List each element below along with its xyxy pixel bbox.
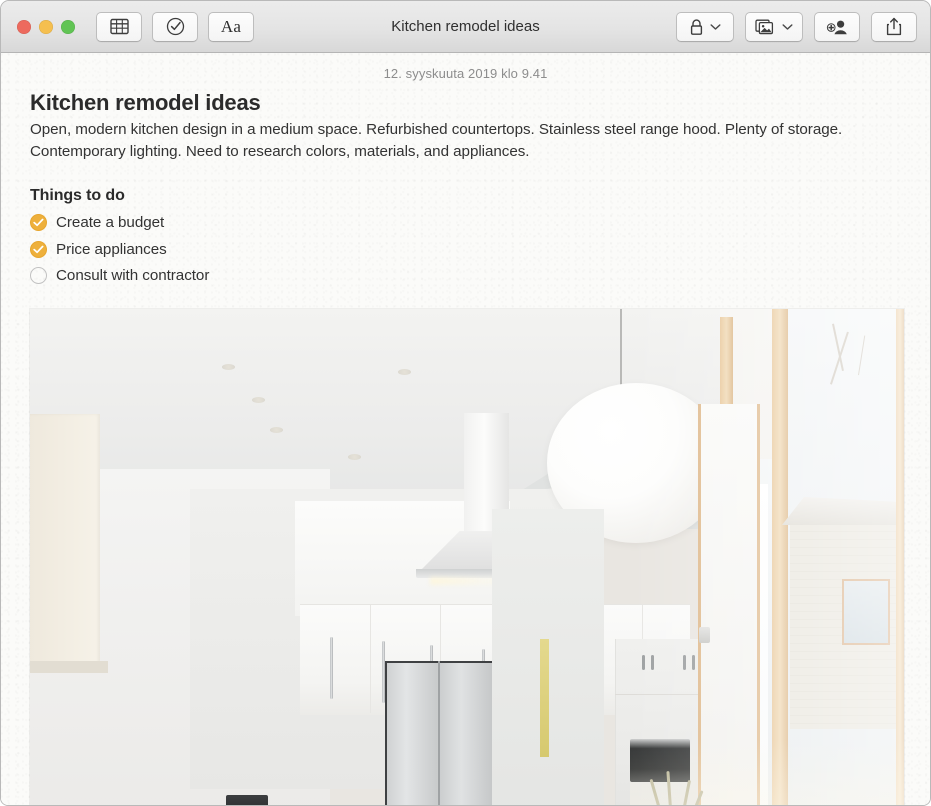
note-attachment-wrapper <box>1 309 930 805</box>
close-button[interactable] <box>17 19 31 34</box>
photo-yellow-door-edge <box>540 639 549 758</box>
add-people-button[interactable] <box>814 11 860 42</box>
note-body-paragraph: Open, modern kitchen design in a medium … <box>30 121 843 160</box>
list-item[interactable]: Consult with contractor <box>30 263 902 290</box>
format-button[interactable]: Aa <box>208 11 254 42</box>
chevron-down-icon <box>710 23 721 31</box>
media-button[interactable] <box>745 11 803 42</box>
photo-refrigerator-divider <box>438 661 440 805</box>
todo-checklist: Create a budget Price appliances Consult… <box>30 210 902 290</box>
checklist-button[interactable] <box>152 11 198 42</box>
minimize-button[interactable] <box>39 19 53 34</box>
photos-icon <box>755 18 776 36</box>
checkbox-checked[interactable] <box>30 214 47 232</box>
photo-stone-column <box>30 414 100 665</box>
photo-recessed-light <box>270 427 283 434</box>
toolbar-right-group <box>676 11 917 42</box>
table-icon <box>109 18 129 35</box>
photo-recessed-light <box>222 364 235 371</box>
share-icon <box>886 17 902 36</box>
checklist-item-label: Create a budget <box>56 214 165 232</box>
kitchen-photo[interactable] <box>30 309 904 805</box>
photo-cabinet-divider <box>370 605 371 714</box>
checkmark-circle-icon <box>166 17 185 36</box>
checkmark-icon <box>33 245 44 254</box>
zoom-button[interactable] <box>61 19 75 34</box>
photo-coffee-machine <box>226 795 268 805</box>
notes-window: Aa Kitchen remodel ideas 12. syyskuuta 2… <box>0 0 931 806</box>
photo-window-light-bloom <box>630 309 904 805</box>
list-item[interactable]: Create a budget <box>30 210 902 237</box>
format-button-label: Aa <box>220 17 242 36</box>
toolbar-left-group: Aa <box>96 11 254 42</box>
table-button[interactable] <box>96 11 142 42</box>
list-item[interactable]: Price appliances <box>30 236 902 263</box>
checklist-heading: Things to do <box>30 186 125 204</box>
share-button[interactable] <box>871 11 917 42</box>
photo-recessed-light <box>252 397 265 404</box>
photo-recessed-light <box>398 369 411 376</box>
note-scroll-area[interactable]: 12. syyskuuta 2019 klo 9.41 Kitchen remo… <box>1 53 930 805</box>
checklist-item-label: Price appliances <box>56 240 167 258</box>
note-title: Kitchen remodel ideas <box>30 90 261 115</box>
add-person-icon <box>825 18 850 36</box>
lock-button[interactable] <box>676 11 734 42</box>
checklist-item-label: Consult with contractor <box>56 267 210 285</box>
checkbox-unchecked[interactable] <box>30 267 47 285</box>
checkmark-icon <box>33 218 44 227</box>
photo-recessed-light <box>348 454 361 461</box>
lock-icon <box>689 18 704 36</box>
note-editor[interactable]: Kitchen remodel ideas Open, modern kitch… <box>1 90 930 289</box>
chevron-down-icon <box>782 23 793 31</box>
traffic-lights <box>17 19 75 34</box>
photo-pendant-cord <box>620 309 622 390</box>
photo-floor-light-bloom <box>630 739 904 805</box>
note-date: 12. syyskuuta 2019 klo 9.41 <box>383 66 548 81</box>
checkbox-checked[interactable] <box>30 240 47 258</box>
photo-cabinet-handle <box>330 637 333 700</box>
window-titlebar: Aa Kitchen remodel ideas <box>1 1 930 53</box>
photo-column-base <box>30 661 108 674</box>
